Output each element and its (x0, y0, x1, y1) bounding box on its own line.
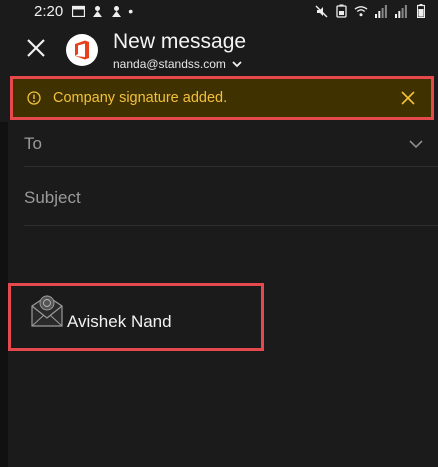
office-logo (66, 34, 98, 66)
mute-icon (314, 4, 328, 18)
battery-icon (414, 4, 428, 18)
compose-header: New message nanda@standss.com (0, 24, 438, 72)
account-email: nanda@standss.com (113, 57, 226, 71)
subject-field[interactable]: Subject (24, 170, 438, 226)
compose-screen: 2:20 • New message nanda@standss.com Com… (0, 0, 438, 467)
signature-banner: Company signature added. (10, 76, 434, 120)
left-edge (0, 122, 8, 467)
to-label: To (24, 134, 42, 153)
to-field[interactable]: To (24, 122, 438, 167)
notification-icon (109, 4, 123, 18)
email-signature: Avishek Nand (8, 283, 264, 351)
signal-icon (374, 4, 388, 18)
chevron-down-icon (232, 60, 242, 67)
chevron-down-icon[interactable] (408, 136, 424, 152)
subject-label: Subject (24, 188, 81, 207)
status-left-icons: • (71, 3, 133, 19)
close-icon (27, 39, 45, 57)
account-selector[interactable]: nanda@standss.com (113, 57, 242, 71)
close-icon (401, 91, 415, 105)
close-button[interactable] (24, 36, 48, 60)
status-right-icons (314, 4, 428, 18)
signal-icon (394, 4, 408, 18)
dismiss-banner-button[interactable] (399, 89, 417, 107)
info-icon (27, 91, 41, 105)
envelope-seal-icon (31, 295, 63, 327)
status-dot: • (128, 3, 134, 19)
page-title: New message (113, 30, 247, 53)
status-time: 2:20 (34, 2, 64, 20)
data-saver-icon (334, 4, 348, 18)
banner-message: Company signature added. (53, 90, 228, 106)
notification-icon (90, 4, 104, 18)
status-bar: 2:20 • (0, 0, 438, 22)
signature-name: Avishek Nand (67, 312, 172, 331)
office-icon (75, 40, 89, 60)
wifi-icon (354, 4, 368, 18)
calendar-icon (71, 4, 85, 18)
